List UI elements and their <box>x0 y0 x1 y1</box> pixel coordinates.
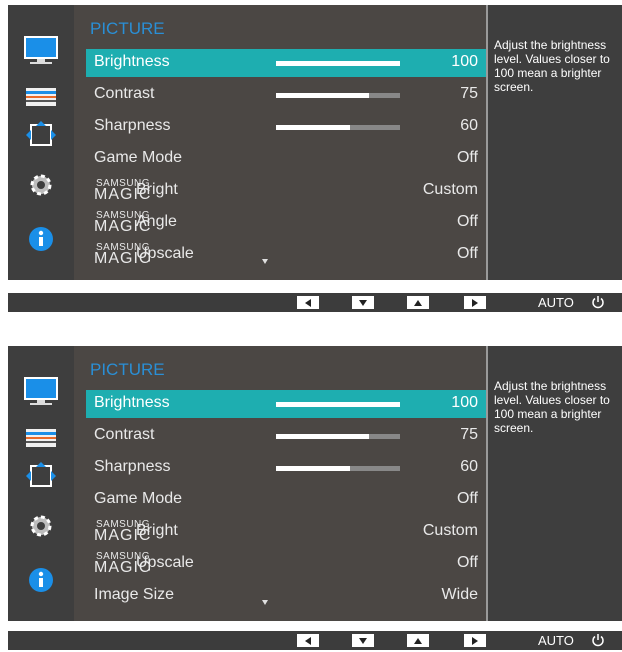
help-text: Adjust the brightness level. Values clos… <box>494 379 610 435</box>
magic-bright-label: Bright <box>136 522 178 539</box>
magic-bright-value: Custom <box>422 181 478 198</box>
magic-upscale-label: Upscale <box>136 245 194 262</box>
help-panel: Adjust the brightness level. Values clos… <box>486 5 622 280</box>
brightness-label: Brightness <box>94 394 170 411</box>
game-mode-value: Off <box>456 149 478 166</box>
game-mode-label: Game Mode <box>94 149 183 166</box>
down-arrow-icon[interactable] <box>352 296 374 309</box>
brightness-value: 100 <box>451 394 478 411</box>
menu-item-magic-bright[interactable]: SAMSUNG MAGIC Bright Custom <box>86 518 486 546</box>
menu-item-contrast[interactable]: Contrast 75 <box>86 81 486 109</box>
osd-panel-bottom: PICTURE Brightness 100 Contrast 75 Sharp… <box>8 346 622 621</box>
sharpness-value: 60 <box>460 458 478 475</box>
menu-item-contrast[interactable]: Contrast 75 <box>86 422 486 450</box>
sidebar <box>8 346 74 621</box>
magic-angle-value: Off <box>456 213 478 230</box>
size-position-icon[interactable] <box>8 460 74 492</box>
color-icon[interactable] <box>8 422 74 454</box>
contrast-slider[interactable] <box>276 434 400 439</box>
sharpness-label: Sharpness <box>94 458 171 475</box>
menu-item-brightness[interactable]: Brightness 100 <box>86 390 486 418</box>
menu-title: PICTURE <box>90 360 165 379</box>
magic-angle-label: Angle <box>136 213 177 230</box>
contrast-slider[interactable] <box>276 93 400 98</box>
brightness-slider[interactable] <box>276 402 400 407</box>
menu-item-game-mode[interactable]: Game Mode Off <box>86 145 486 173</box>
help-text: Adjust the brightness level. Values clos… <box>494 38 610 94</box>
magic-upscale-value: Off <box>456 245 478 262</box>
menu-item-magic-angle[interactable]: SAMSUNG MAGIC Angle Off <box>86 209 486 237</box>
osd-panel-top: PICTURE Brightness 100 Contrast 75 Sharp… <box>8 5 622 280</box>
scroll-down-icon[interactable] <box>262 600 268 605</box>
brightness-label: Brightness <box>94 53 170 70</box>
down-arrow-icon[interactable] <box>352 634 374 647</box>
power-icon[interactable] <box>591 633 605 652</box>
sharpness-label: Sharpness <box>94 117 171 134</box>
up-arrow-icon[interactable] <box>407 296 429 309</box>
right-arrow-icon[interactable] <box>464 634 486 647</box>
contrast-value: 75 <box>460 426 478 443</box>
brightness-value: 100 <box>451 53 478 70</box>
magic-bright-label: Bright <box>136 181 178 198</box>
game-mode-value: Off <box>456 490 478 507</box>
brightness-slider[interactable] <box>276 61 400 66</box>
magic-upscale-label: Upscale <box>136 554 194 571</box>
sharpness-slider[interactable] <box>276 466 400 471</box>
menu-item-sharpness[interactable]: Sharpness 60 <box>86 454 486 482</box>
information-icon[interactable] <box>8 223 74 255</box>
power-icon[interactable] <box>591 295 605 314</box>
menu-item-magic-upscale[interactable]: SAMSUNG MAGIC Upscale Off <box>86 550 486 578</box>
picture-icon[interactable] <box>8 35 74 67</box>
button-bar-bottom: AUTO <box>8 631 622 650</box>
contrast-value: 75 <box>460 85 478 102</box>
color-icon[interactable] <box>8 81 74 113</box>
right-arrow-icon[interactable] <box>464 296 486 309</box>
menu-item-brightness[interactable]: Brightness 100 <box>86 49 486 77</box>
auto-button[interactable]: AUTO <box>538 295 574 310</box>
picture-menu: PICTURE Brightness 100 Contrast 75 Sharp… <box>74 5 486 280</box>
menu-item-sharpness[interactable]: Sharpness 60 <box>86 113 486 141</box>
magic-upscale-value: Off <box>456 554 478 571</box>
image-size-value: Wide <box>441 586 478 603</box>
menu-item-game-mode[interactable]: Game Mode Off <box>86 486 486 514</box>
menu-item-magic-bright[interactable]: SAMSUNG MAGIC Bright Custom <box>86 177 486 205</box>
menu-title: PICTURE <box>90 19 165 38</box>
image-size-label: Image Size <box>94 586 175 603</box>
setup-icon[interactable] <box>8 169 74 201</box>
information-icon[interactable] <box>8 564 74 596</box>
button-bar-top: AUTO <box>8 293 622 312</box>
setup-icon[interactable] <box>8 510 74 542</box>
size-position-icon[interactable] <box>8 119 74 151</box>
game-mode-label: Game Mode <box>94 490 183 507</box>
sharpness-slider[interactable] <box>276 125 400 130</box>
picture-menu: PICTURE Brightness 100 Contrast 75 Sharp… <box>74 346 486 621</box>
sidebar <box>8 5 74 280</box>
picture-icon[interactable] <box>8 376 74 408</box>
contrast-label: Contrast <box>94 85 155 102</box>
help-panel: Adjust the brightness level. Values clos… <box>486 346 622 621</box>
up-arrow-icon[interactable] <box>407 634 429 647</box>
menu-item-magic-upscale[interactable]: SAMSUNG MAGIC Upscale Off <box>86 241 486 269</box>
auto-button[interactable]: AUTO <box>538 633 574 648</box>
left-arrow-icon[interactable] <box>297 296 319 309</box>
magic-bright-value: Custom <box>422 522 478 539</box>
contrast-label: Contrast <box>94 426 155 443</box>
sharpness-value: 60 <box>460 117 478 134</box>
left-arrow-icon[interactable] <box>297 634 319 647</box>
scroll-down-icon[interactable] <box>262 259 268 264</box>
menu-item-image-size[interactable]: Image Size Wide <box>86 582 486 610</box>
